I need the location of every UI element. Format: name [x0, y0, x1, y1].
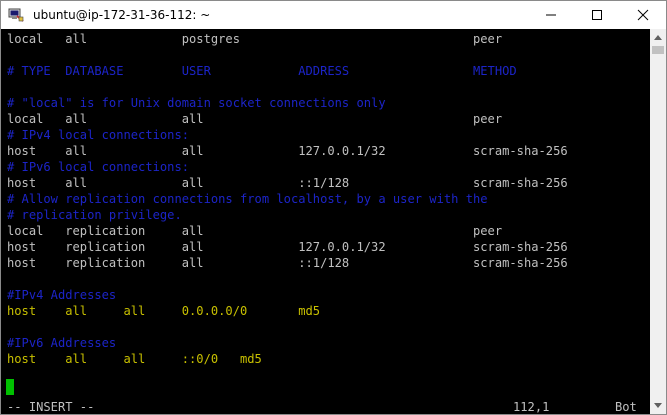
maximize-button[interactable] — [574, 1, 620, 29]
window-controls — [528, 1, 666, 29]
line-6: local all all peer — [7, 112, 503, 126]
terminal-area[interactable]: local all postgres peer # TYPE DATABASE … — [1, 29, 650, 414]
terminal-window: ubuntu@ip-172-31-36-112: ~ local all pos… — [0, 0, 667, 415]
close-button[interactable] — [620, 1, 666, 29]
line-21: host all all ::0/0 md5 — [7, 352, 262, 366]
line-10: host all all ::1/128 scram-sha-256 — [7, 176, 568, 190]
line-11: # Allow replication connections from loc… — [7, 192, 488, 206]
line-7: # IPv4 local connections: — [7, 128, 190, 142]
line-8: host all all 127.0.0.1/32 scram-sha-256 — [7, 144, 568, 158]
line-17: #IPv4 Addresses — [7, 288, 117, 302]
text-cursor — [6, 379, 14, 395]
scroll-up-arrow-icon[interactable] — [650, 29, 666, 45]
line-18: host all all 0.0.0.0/0 md5 — [7, 304, 321, 318]
title-bar[interactable]: ubuntu@ip-172-31-36-112: ~ — [1, 1, 666, 29]
line-5: # "local" is for Unix domain socket conn… — [7, 96, 386, 110]
mode-indicator: -- INSERT -- — [7, 400, 95, 414]
line-20: #IPv6 Addresses — [7, 336, 117, 350]
vertical-scrollbar[interactable] — [650, 29, 666, 414]
line-14: host replication all 127.0.0.1/32 scram-… — [7, 240, 568, 254]
line-15: host replication all ::1/128 scram-sha-2… — [7, 256, 568, 270]
scrollbar-thumb[interactable] — [652, 46, 664, 54]
line-12: # replication privilege. — [7, 208, 182, 222]
line-13: local replication all peer — [7, 224, 503, 238]
line-1: local all postgres peer — [7, 32, 503, 46]
scroll-down-arrow-icon[interactable] — [650, 398, 666, 414]
window-title: ubuntu@ip-172-31-36-112: ~ — [33, 8, 211, 22]
line-9: # IPv6 local connections: — [7, 160, 190, 174]
scroll-indicator: Bot — [615, 400, 637, 414]
vim-status-line: -- INSERT -- 112,1 Bot — [1, 399, 650, 415]
minimize-button[interactable] — [528, 1, 574, 29]
putty-icon — [7, 6, 25, 24]
cursor-position: 112,1 — [513, 400, 550, 414]
line-3: # TYPE DATABASE USER ADDRESS METHOD — [7, 64, 517, 78]
